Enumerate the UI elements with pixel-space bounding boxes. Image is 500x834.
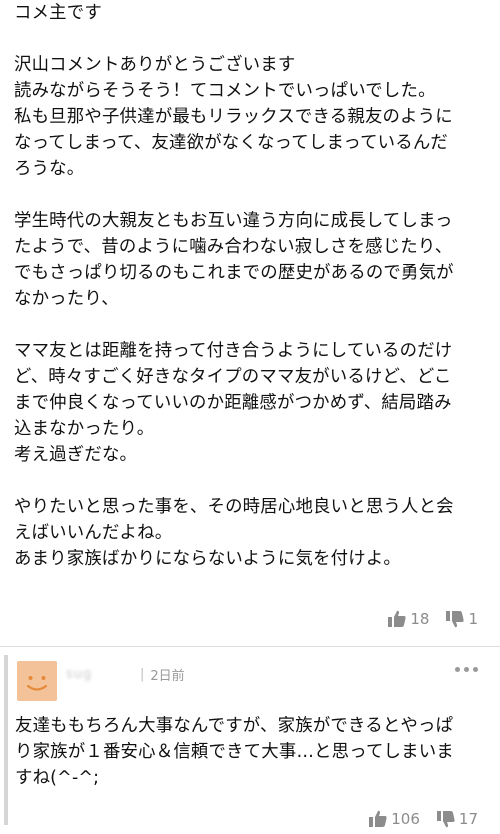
dislike-count: 1 (468, 610, 478, 628)
text-line: あまり家族ばかりにならないように気を付けよ。 (14, 549, 401, 569)
text-line: すね(^-^; (15, 768, 100, 788)
reply-indent-bar (4, 655, 8, 825)
more-dots-icon (455, 667, 460, 672)
text-line: えばいいんだよね。 (14, 523, 173, 543)
dislike-button[interactable]: 1 (445, 610, 478, 628)
text-line: 友達ももちろん大事なんですが、家族ができるとやっぱ (15, 716, 454, 736)
text-line: り家族が１番安心＆信頼できて大事…と思ってしまいま (15, 742, 454, 762)
like-count: 18 (410, 610, 430, 628)
text-line: やりたいと思った事を、その時居心地良いと思う人と会 (14, 497, 454, 517)
text-line: 私も旦那や子供達が最もリラックスできる親友のように (14, 107, 453, 127)
text-line: まで仲良くなっていいのか距離感がつかめず、結局踏み (14, 393, 452, 413)
text-line: ど、時々すごく好きなタイプのママ友がいるけど、どこ (14, 367, 452, 387)
text-line: なってしまって、友達欲がなくなってしまっているんだ (14, 133, 449, 153)
text-line: 学生時代の大親友ともお互い違う方向に成長してしまっ (14, 211, 453, 231)
reply-comment: sug | 2日前 友達ももちろん大事なんですが、家族ができるとやっぱ り家族が１… (0, 647, 500, 834)
text-line: なかったり、 (14, 289, 119, 309)
reply-text: 友達ももちろん大事なんですが、家族ができるとやっぱ り家族が１番安心＆信頼できて大… (15, 713, 491, 791)
thumbs-up-icon (388, 610, 406, 627)
reply-meta: sug | 2日前 (66, 665, 185, 684)
reply-vote-row: 106 17 (352, 810, 478, 828)
text-line: コメ主です (14, 3, 102, 23)
comment-thread: コメ主です沢山コメントありがとうございます読みながらそうそう！てコメントでいっぱ… (0, 0, 500, 834)
dislike-button[interactable]: 17 (436, 810, 478, 828)
avatar[interactable] (17, 661, 57, 701)
like-count: 106 (391, 810, 420, 828)
thumbs-up-icon (369, 810, 387, 827)
like-button[interactable]: 18 (387, 610, 429, 628)
user-name[interactable]: sug (66, 667, 136, 682)
timestamp: 2日前 (150, 669, 185, 684)
like-button[interactable]: 106 (368, 810, 420, 828)
comment-text: コメ主です沢山コメントありがとうございます読みながらそうそう！てコメントでいっぱ… (14, 0, 490, 572)
comment-vote-row: 18 1 (371, 610, 478, 628)
dislike-count: 17 (458, 810, 478, 828)
text-line: 読みながらそうそう！てコメントでいっぱいでした。 (14, 81, 436, 101)
text-line: 考え過ぎだな。 (14, 445, 138, 465)
thumbs-down-icon (446, 611, 465, 628)
text-line: ろうな。 (14, 159, 85, 179)
text-line: 込まなかったり。 (14, 419, 155, 439)
meta-separator: | (140, 667, 145, 682)
text-line: でもさっぱり切るのもこれまでの歴史があるので勇気が (14, 263, 454, 283)
smiley-avatar-icon (26, 676, 48, 691)
text-line: 沢山コメントありがとうございます (14, 55, 296, 75)
thumbs-down-icon (436, 811, 455, 828)
text-line: たようで、昔のように噛み合わない寂しさを感じたり、 (14, 237, 453, 257)
text-line: ママ友とは距離を持って付き合うようにしているのだけ (14, 341, 453, 361)
more-button[interactable] (455, 667, 478, 672)
